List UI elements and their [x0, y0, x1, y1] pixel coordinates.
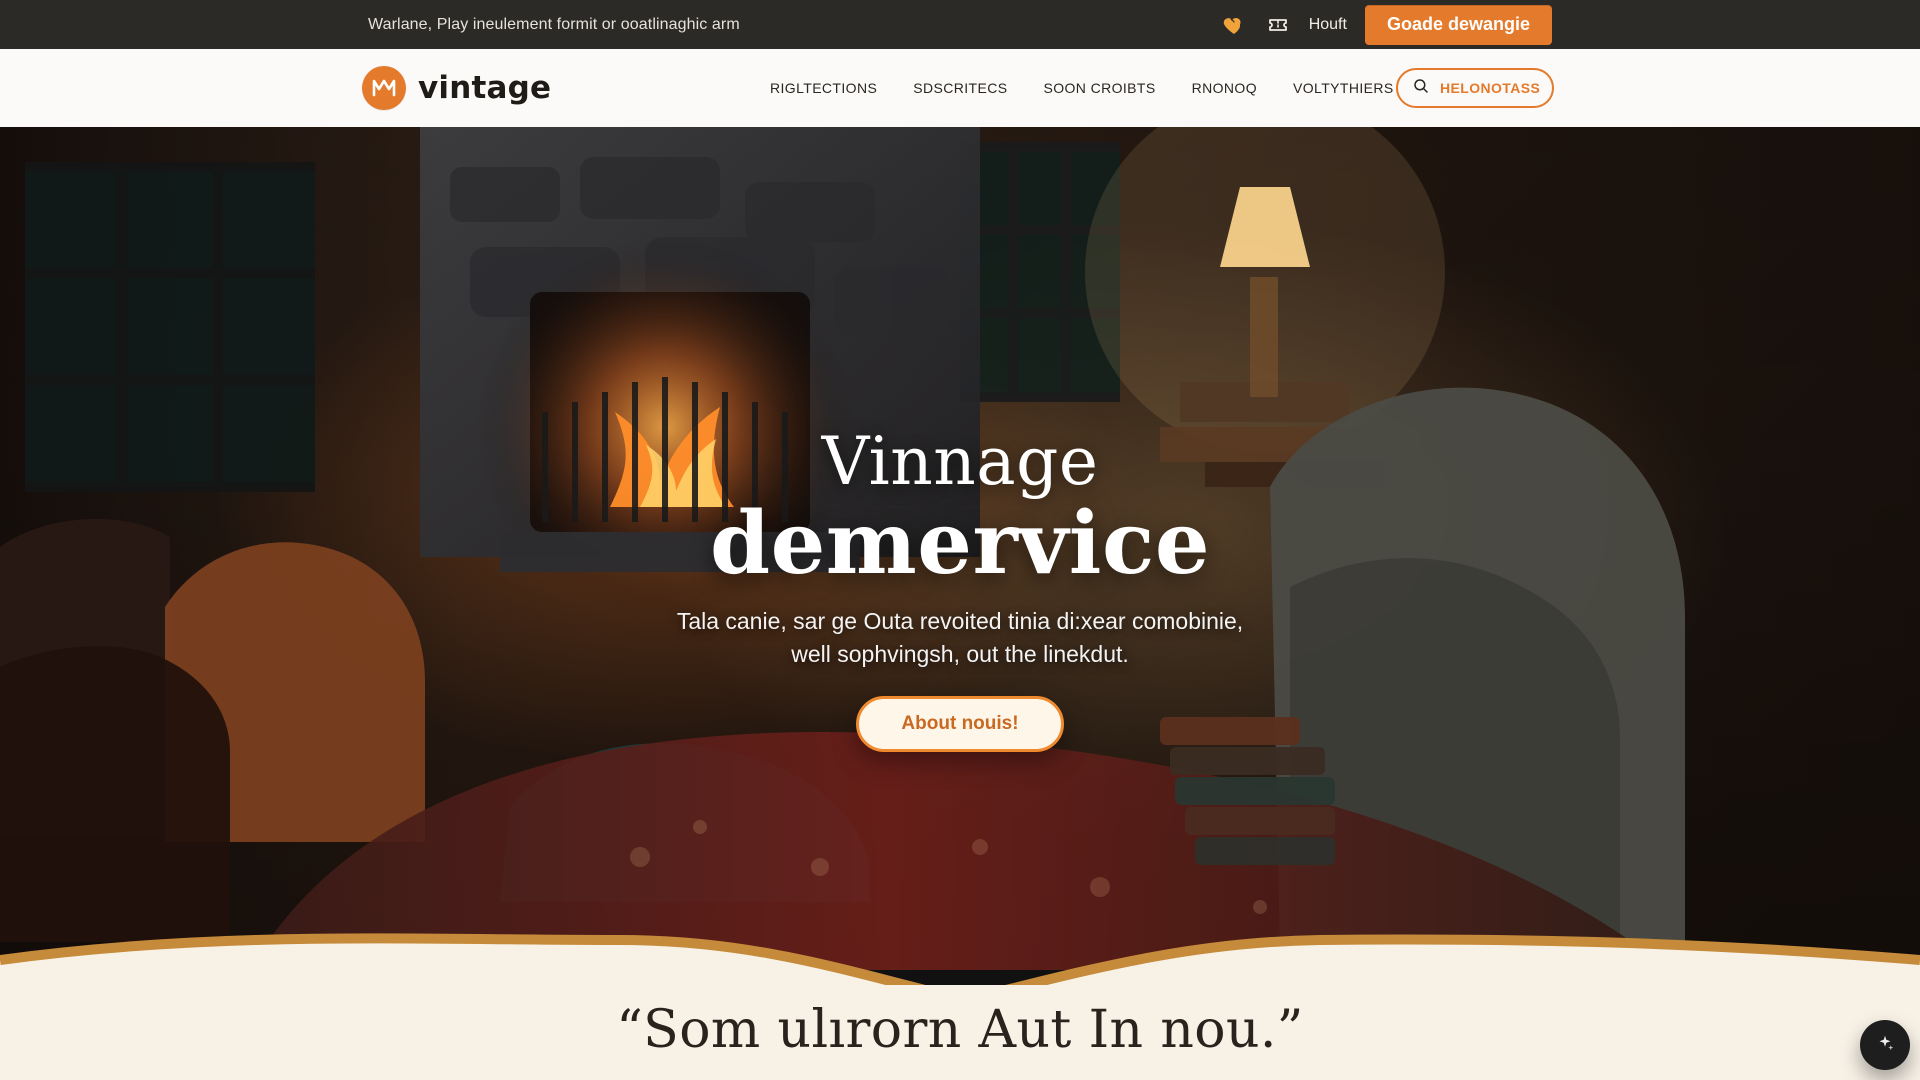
search-icon	[1412, 77, 1430, 99]
brand-name: vintage	[418, 69, 552, 106]
hero-subtitle-line-1: Tala canie, sar ge Outa revoited tinia d…	[676, 608, 1244, 634]
top-cta-button[interactable]: Goade dewangie	[1364, 4, 1552, 45]
nav-search-label: HELONOTASS	[1440, 80, 1541, 96]
hero-content: Vinnage demervice Tala canie, sar ge Out…	[0, 127, 1920, 970]
brand-mark	[362, 66, 406, 110]
top-announcement-actions: Houft Goade dewangie	[1221, 0, 1552, 49]
top-link-houft[interactable]: Houft	[1309, 16, 1347, 34]
vintage-logo-icon	[372, 79, 396, 97]
top-announcement-inner: Warlane, Play ineulement formit or ooatl…	[0, 0, 1920, 49]
top-announcement-bar: Warlane, Play ineulement formit or ooatl…	[0, 0, 1920, 49]
nav-link-3[interactable]: SOON CROIBTS	[1043, 72, 1155, 104]
hero-about-button[interactable]: About nouis!	[856, 695, 1064, 752]
heart-icon[interactable]	[1221, 12, 1247, 38]
hero-title: demervice	[709, 493, 1211, 594]
nav-link-2[interactable]: SDSCRITECS	[913, 72, 1007, 104]
main-navigation: vintage RIGLTECTIONS SDSCRITECS SOON CRO…	[0, 49, 1920, 128]
top-announcement-message: Warlane, Play ineulement formit or ooatl…	[368, 15, 740, 33]
section-quote: “Som ulırorn Aut In nou.”	[616, 1000, 1304, 1060]
ticket-icon[interactable]	[1265, 12, 1291, 38]
sparkle-icon	[1874, 1033, 1896, 1058]
nav-search-button[interactable]: HELONOTASS	[1396, 68, 1554, 108]
hero-section: Vinnage demervice Tala canie, sar ge Out…	[0, 127, 1920, 970]
nav-links: RIGLTECTIONS SDSCRITECS SOON CROIBTS RNO…	[770, 49, 1394, 127]
hero-subtitle: Tala canie, sar ge Outa revoited tinia d…	[550, 605, 1370, 672]
nav-link-5[interactable]: VOLTYTHIERS	[1293, 72, 1394, 104]
hero-kicker: Vinnage	[821, 423, 1099, 500]
nav-link-1[interactable]: RIGLTECTIONS	[770, 72, 877, 104]
hero-subtitle-line-2: well sophvingsh, out the linekdut.	[791, 641, 1129, 668]
nav-link-4[interactable]: RNONOQ	[1192, 72, 1257, 104]
floating-action-button[interactable]	[1860, 1020, 1910, 1070]
brand-link[interactable]: vintage	[362, 49, 551, 127]
